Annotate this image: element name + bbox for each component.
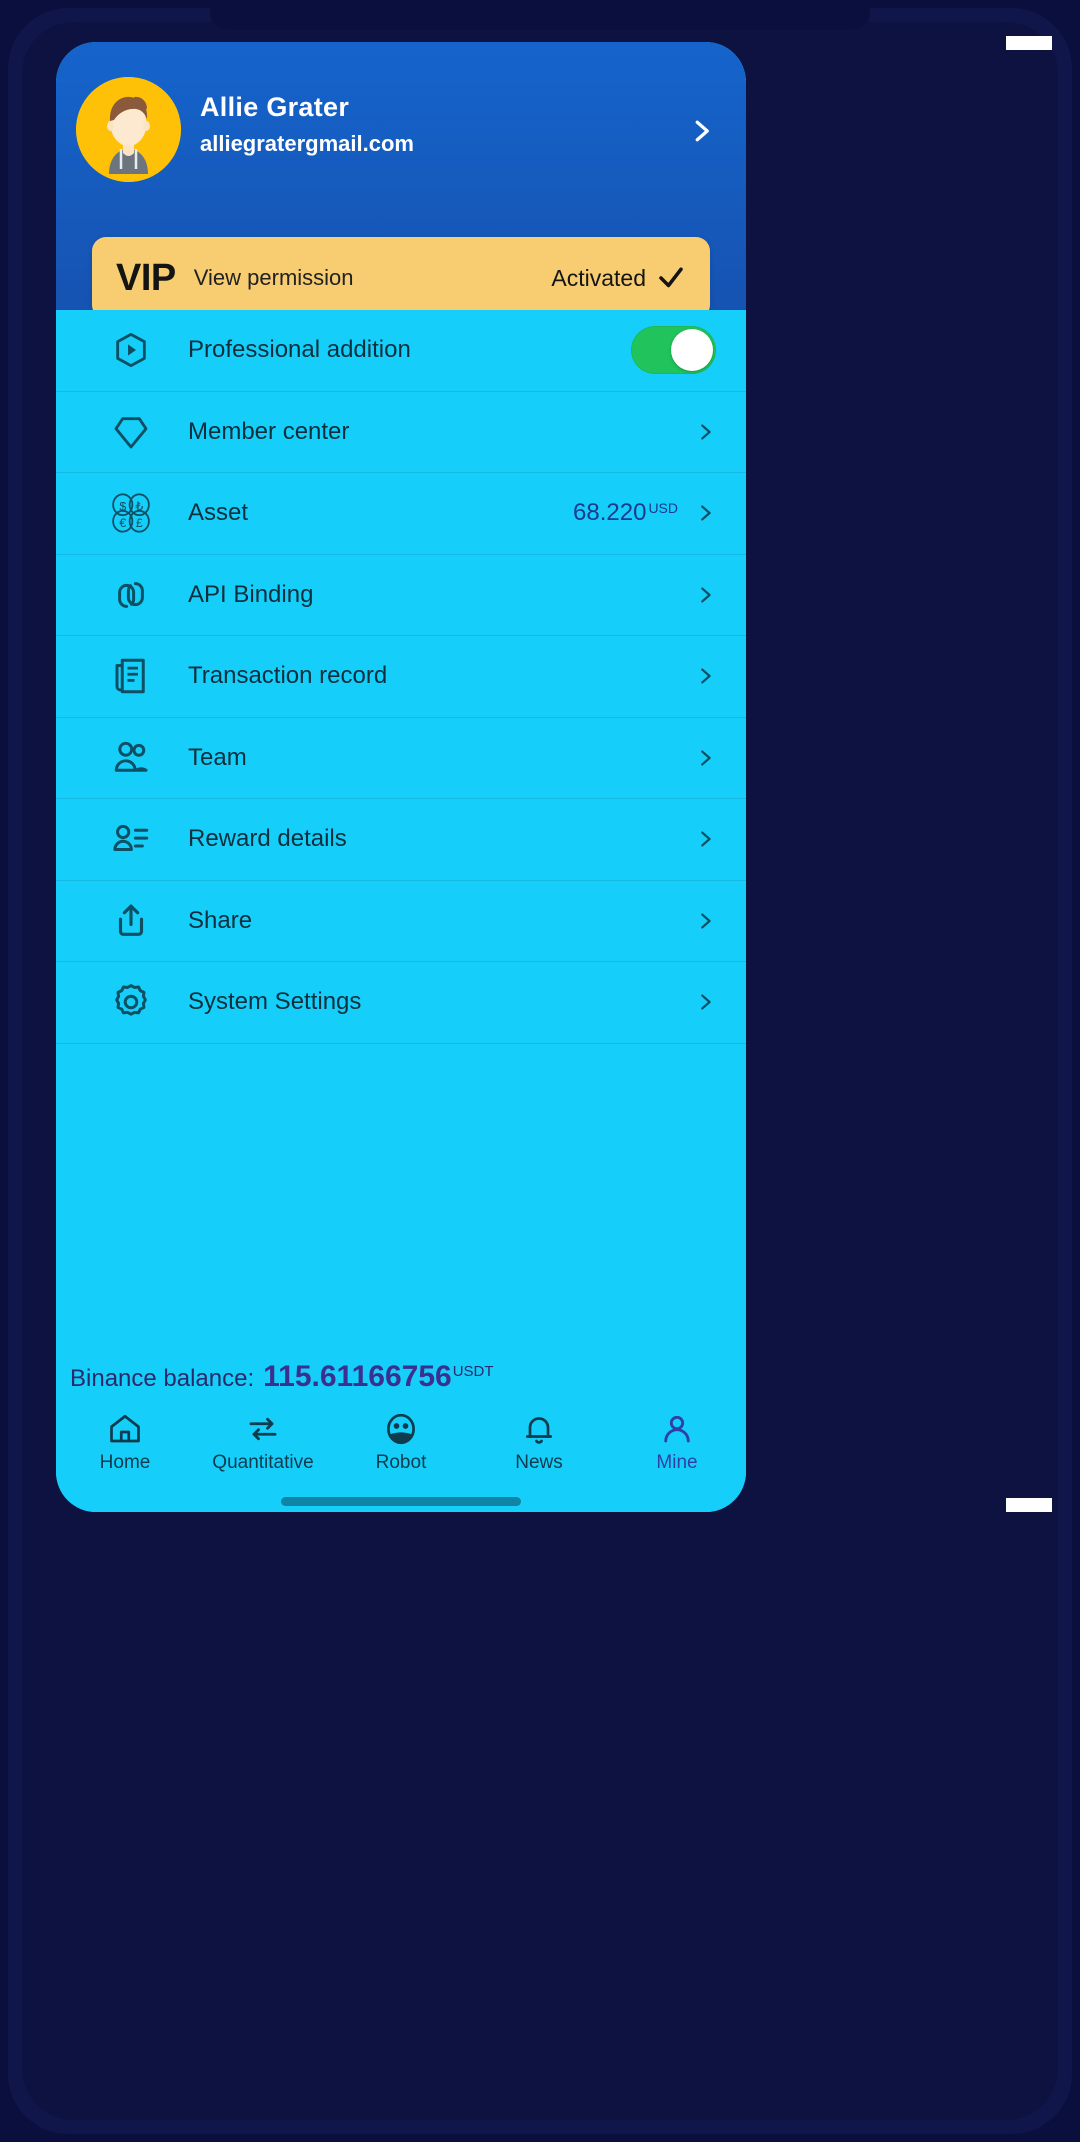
menu-item-api-binding[interactable]: API Binding: [56, 555, 746, 636]
svg-text:£: £: [136, 516, 143, 530]
nav-item-label: Robot: [375, 1452, 427, 1473]
menu-item-label: Reward details: [188, 825, 347, 853]
binance-balance-label: Binance balance:: [70, 1365, 255, 1392]
link-chain-icon: [108, 572, 154, 618]
frame-marker-top-right: [1006, 36, 1052, 50]
user-name: Allie Grater: [200, 92, 350, 122]
bottom-navigation: Home Quantitative Robot News Mine: [56, 1400, 746, 1512]
vip-status-group: Activated: [551, 263, 686, 293]
asset-value: 68.220: [573, 499, 647, 527]
hexagon-play-icon: [108, 327, 154, 373]
menu-item-team[interactable]: Team: [56, 718, 746, 799]
nav-item-home[interactable]: Home: [56, 1410, 194, 1474]
menu-item-control: 68.220 USD: [573, 499, 716, 527]
menu-item-label: API Binding: [188, 580, 314, 608]
menu-item-control: [686, 991, 716, 1013]
person-icon: [658, 1410, 696, 1448]
users-group-icon: [108, 735, 154, 781]
menu-item-label: Asset: [188, 499, 249, 527]
menu-item-control: [686, 584, 716, 606]
app-screen: Allie Grater alliegratergmail.com VIP Vi…: [56, 42, 746, 1512]
home-indicator: [281, 1497, 521, 1506]
menu-item-control: [686, 747, 716, 769]
nav-item-label: Quantitative: [212, 1452, 314, 1473]
menu-item-control: [686, 828, 716, 850]
menu-item-label: System Settings: [188, 988, 362, 1016]
chevron-right-icon[interactable]: [694, 502, 716, 524]
phone-screenshot: Allie Grater alliegratergmail.com VIP Vi…: [0, 0, 1080, 2142]
menu-item-member-center[interactable]: Member center: [56, 392, 746, 473]
receipt-document-icon: [108, 653, 154, 699]
menu-item-system-settings[interactable]: System Settings: [56, 962, 746, 1044]
vip-status-text: Activated: [551, 264, 646, 291]
chevron-right-icon[interactable]: [694, 828, 716, 850]
nav-item-label: Home: [99, 1452, 151, 1473]
menu-item-professional-addition[interactable]: Professional addition: [56, 310, 746, 392]
menu-item-label: Team: [188, 743, 247, 771]
menu-item-transaction-record[interactable]: Transaction record: [56, 636, 746, 718]
home-icon: [106, 1410, 144, 1448]
svg-text:₺: ₺: [135, 500, 143, 514]
nav-item-mine[interactable]: Mine: [608, 1410, 746, 1474]
binance-balance-bar: Binance balance: 115.61166756 USDT: [56, 1360, 746, 1394]
menu-item-share[interactable]: Share: [56, 881, 746, 962]
menu-item-label: Professional addition: [188, 336, 411, 364]
check-icon: [656, 263, 686, 293]
exchange-arrows-icon: [244, 1410, 282, 1448]
binance-balance-unit: USDT: [452, 1363, 494, 1380]
nav-item-news[interactable]: News: [470, 1410, 608, 1474]
menu-list: Professional addition Member center $ ₺ …: [56, 310, 746, 1350]
nav-item-quantitative[interactable]: Quantitative: [194, 1410, 332, 1474]
binance-balance-value: 115.61166756: [263, 1360, 452, 1393]
toggle-knob: [671, 329, 713, 372]
chevron-right-icon[interactable]: [694, 910, 716, 932]
nav-item-label: News: [515, 1452, 563, 1473]
avatar: [76, 77, 181, 182]
vip-description: View permission: [193, 265, 354, 290]
menu-item-control: [686, 421, 716, 443]
menu-item-label: Transaction record: [188, 662, 388, 690]
nav-item-robot[interactable]: Robot: [332, 1410, 470, 1474]
svg-text:€: €: [119, 516, 126, 530]
coins-currency-icon: $ ₺ € £: [108, 490, 154, 536]
menu-item-control: [686, 910, 716, 932]
robot-face-icon: [382, 1410, 420, 1448]
chevron-right-icon[interactable]: [694, 747, 716, 769]
menu-item-asset[interactable]: $ ₺ € £ Asset 68.220 USD: [56, 473, 746, 555]
vip-banner[interactable]: VIP View permission Activated: [92, 237, 710, 319]
svg-text:$: $: [119, 500, 126, 514]
chevron-right-icon[interactable]: [686, 116, 716, 146]
user-email: alliegratergmail.com: [200, 131, 414, 156]
menu-item-control: [686, 665, 716, 687]
menu-item-label: Member center: [188, 417, 350, 445]
nav-item-label: Mine: [656, 1452, 698, 1473]
menu-item-reward-details[interactable]: Reward details: [56, 799, 746, 881]
chevron-right-icon[interactable]: [694, 665, 716, 687]
gear-icon: [108, 979, 154, 1025]
chevron-right-icon[interactable]: [694, 584, 716, 606]
menu-item-label: Share: [188, 906, 253, 934]
frame-marker-bottom-right: [1006, 1498, 1052, 1512]
user-list-icon: [108, 816, 154, 862]
asset-unit: USD: [648, 500, 678, 517]
device-notch: [210, 8, 870, 30]
diamond-icon: [108, 409, 154, 455]
vip-badge: VIP: [116, 257, 176, 299]
bell-icon: [520, 1410, 558, 1448]
share-upload-icon: [108, 898, 154, 944]
chevron-right-icon[interactable]: [694, 421, 716, 443]
chevron-right-icon[interactable]: [694, 991, 716, 1013]
professional-addition-toggle[interactable]: [631, 326, 716, 375]
